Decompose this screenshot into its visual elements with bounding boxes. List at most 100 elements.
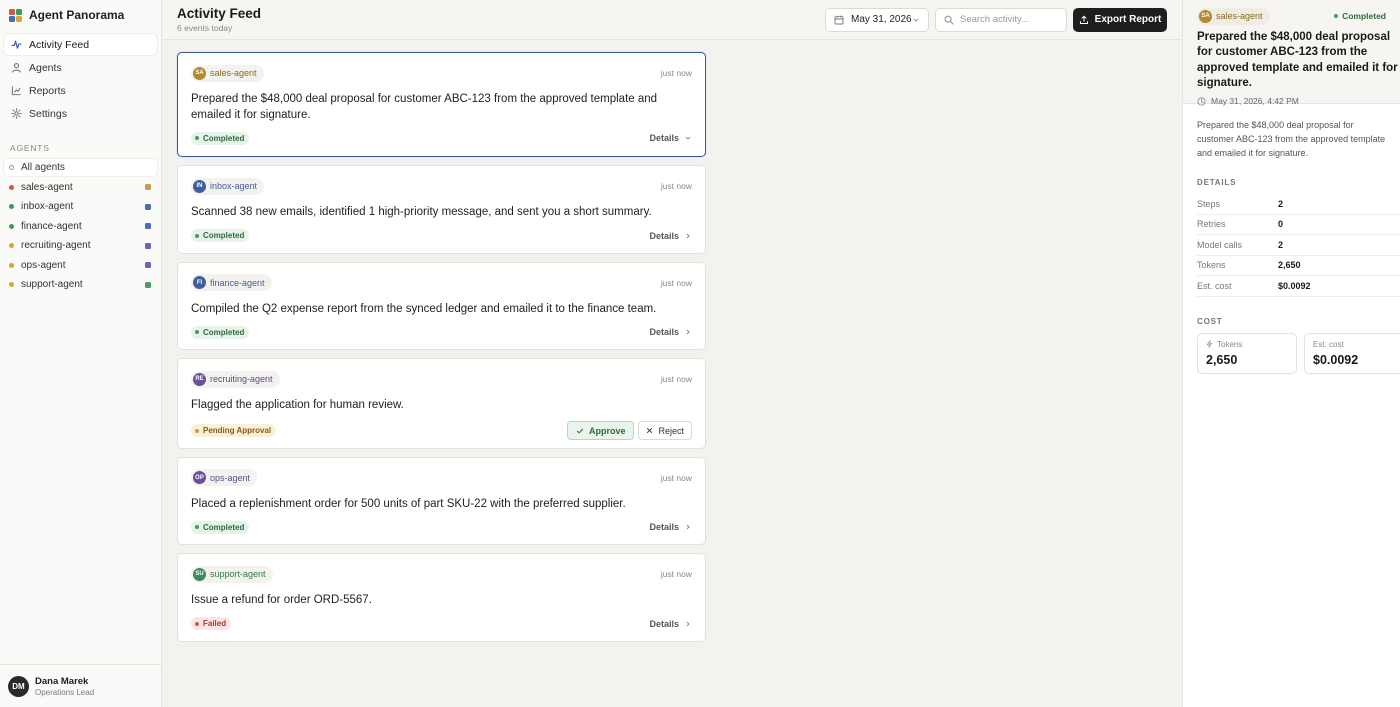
- details-label: Details: [649, 618, 679, 629]
- detail-panel-toprow: SA sales-agent Completed: [1197, 7, 1386, 25]
- approve-label: Approve: [588, 425, 626, 436]
- reject-button[interactable]: Reject: [638, 421, 692, 440]
- export-report-button[interactable]: Export Report: [1073, 7, 1167, 32]
- brand-logo-icon: [9, 8, 22, 22]
- agent-avatar: RE: [193, 372, 206, 386]
- activity-card[interactable]: OP ops-agent just now Placed a replenish…: [177, 456, 706, 545]
- gear-icon: [10, 108, 22, 120]
- main-nav: Activity Feed Agents Reports Settings: [0, 34, 161, 124]
- search-icon: [944, 15, 954, 25]
- activity-feed: SA sales-agent just now Prepared the $48…: [162, 40, 1182, 662]
- status-label: Completed: [203, 133, 245, 143]
- bolt-icon: [1206, 340, 1213, 348]
- agent-pill: SA sales-agent: [1197, 7, 1270, 25]
- details-toggle[interactable]: Details: [649, 327, 692, 337]
- agents-section-label: AGENTS: [10, 143, 50, 153]
- card-footer: Completed Details: [191, 225, 692, 247]
- details-table: Steps 2 Retries 0 Model calls 2 Tokens 2,650…: [1183, 194, 1400, 297]
- details-toggle[interactable]: Details: [649, 522, 692, 532]
- details-label: Details: [649, 522, 679, 532]
- activity-card[interactable]: SA sales-agent just now Prepared the $48…: [177, 52, 706, 157]
- event-time: just now: [660, 374, 692, 384]
- agent-filter-label: inbox-agent: [21, 201, 74, 212]
- cost-card-label-row: Est. cost: [1313, 340, 1395, 349]
- page-title: Activity Feed: [177, 6, 262, 21]
- top-bar: Activity Feed 6 events today May 31, 202…: [162, 0, 1182, 40]
- activity-card[interactable]: FI finance-agent just now Compiled the Q…: [177, 261, 706, 350]
- agent-filter-sales[interactable]: sales-agent: [4, 179, 157, 196]
- brand[interactable]: Agent Panorama: [0, 0, 161, 30]
- nav-item-agents[interactable]: Agents: [4, 57, 157, 78]
- activity-card[interactable]: IN inbox-agent just now Scanned 38 new e…: [177, 165, 706, 254]
- calendar-icon: [834, 15, 844, 25]
- event-time: just now: [660, 68, 692, 78]
- agent-dot: [9, 204, 14, 209]
- chart-icon: [10, 85, 22, 97]
- detail-title: Prepared the $48,000 deal proposal for c…: [1197, 31, 1398, 89]
- brand-name: Agent Panorama: [29, 8, 125, 22]
- clock-icon: [1197, 97, 1206, 106]
- agent-avatar: IN: [193, 179, 206, 193]
- agent-pill-label: ops-agent: [210, 472, 251, 483]
- details-toggle[interactable]: Details: [649, 231, 692, 241]
- brand-logo-tile: [9, 15, 15, 22]
- agent-filter-all[interactable]: All agents: [4, 159, 157, 176]
- user-name: Dana Marek: [35, 675, 89, 687]
- details-toggle[interactable]: Details: [649, 133, 692, 143]
- status-badge: Completed: [191, 520, 250, 534]
- agent-pill-label: finance-agent: [210, 277, 265, 288]
- card-header: SU support-agent just now: [191, 564, 692, 584]
- details-toggle[interactable]: Details: [649, 619, 692, 629]
- agent-color-swatch: [145, 281, 151, 288]
- details-label: Details: [649, 327, 679, 337]
- agent-dot: [9, 184, 14, 190]
- detail-key: Retries: [1197, 219, 1226, 230]
- event-description: Compiled the Q2 expense report from the …: [191, 302, 657, 315]
- agent-color-swatch: [145, 242, 151, 249]
- chevron-right-icon: [684, 620, 692, 628]
- detail-key: Model calls: [1197, 239, 1243, 250]
- date-picker[interactable]: May 31, 2026: [825, 7, 929, 32]
- cost-card-label: Est. cost: [1313, 339, 1344, 349]
- agent-filter-inbox[interactable]: inbox-agent: [4, 198, 157, 215]
- status-dot: [195, 136, 199, 140]
- event-description: Scanned 38 new emails, identified 1 high…: [191, 206, 652, 218]
- nav-item-label: Activity Feed: [29, 38, 90, 51]
- card-header: FI finance-agent just now: [191, 273, 692, 293]
- agent-filter-finance[interactable]: finance-agent: [4, 218, 157, 235]
- agent-avatar: SA: [1199, 9, 1212, 23]
- brand-logo-tile: [9, 8, 15, 15]
- agent-filter-ops[interactable]: ops-agent: [4, 257, 157, 274]
- status-badge: Completed: [1334, 11, 1386, 21]
- nav-item-reports[interactable]: Reports: [4, 80, 157, 101]
- agent-pill-label: sales-agent: [210, 68, 257, 78]
- search-input[interactable]: [960, 14, 1060, 25]
- agent-dot: [9, 243, 14, 248]
- event-time: just now: [660, 569, 692, 579]
- agent-filter-support[interactable]: support-agent: [4, 276, 157, 293]
- chevron-down-icon: [912, 16, 920, 24]
- details-label: Details: [649, 133, 679, 143]
- agent-pill: SU support-agent: [191, 565, 273, 583]
- status-label: Pending Approval: [203, 426, 272, 435]
- title-block: Activity Feed 6 events today: [177, 6, 825, 33]
- agent-pill: OP ops-agent: [191, 469, 258, 486]
- nav-item-activity-feed[interactable]: Activity Feed: [4, 34, 157, 55]
- avatar: DM: [8, 675, 29, 697]
- activity-card[interactable]: SU support-agent just now Issue a refund…: [177, 553, 706, 642]
- details-section-label: DETAILS: [1197, 178, 1237, 187]
- card-footer: Completed Details: [191, 127, 692, 149]
- chevron-down-icon: [684, 134, 692, 142]
- status-dot: [1334, 14, 1339, 18]
- user-profile[interactable]: DM Dana Marek Operations Lead: [0, 664, 161, 707]
- user-icon: [10, 62, 22, 74]
- agent-filter-recruiting[interactable]: recruiting-agent: [4, 237, 157, 254]
- activity-card[interactable]: RE recruiting-agent just now Flagged the…: [177, 358, 706, 449]
- status-dot: [195, 525, 199, 529]
- detail-key: Steps: [1197, 198, 1221, 209]
- status-label: Completed: [203, 522, 245, 532]
- approve-button[interactable]: Approve: [566, 421, 635, 440]
- detail-description: Prepared the $48,000 deal proposal for c…: [1197, 120, 1386, 158]
- agent-color-swatch: [145, 184, 151, 190]
- nav-item-settings[interactable]: Settings: [4, 103, 157, 124]
